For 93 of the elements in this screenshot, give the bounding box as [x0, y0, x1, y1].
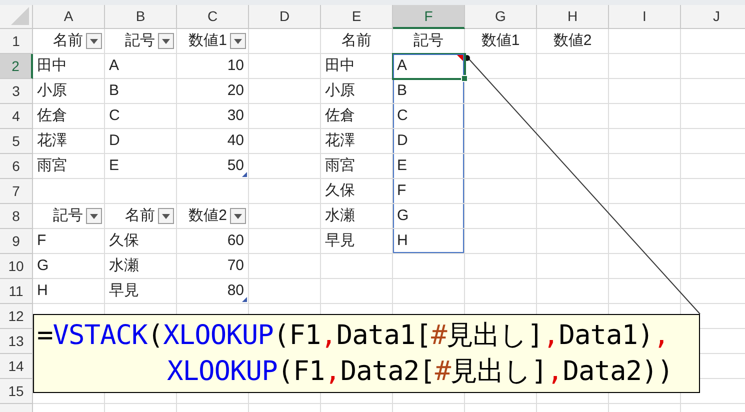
row-header[interactable]: 2	[0, 54, 33, 79]
column-header[interactable]: G	[465, 5, 537, 29]
table-cell: 田中	[321, 54, 393, 79]
caret-icon	[234, 38, 242, 44]
column-header[interactable]: F	[393, 5, 465, 29]
table-cell: 田中	[33, 54, 105, 79]
column-header[interactable]: A	[33, 5, 105, 29]
column-header[interactable]: B	[105, 5, 177, 29]
row-header[interactable]: 8	[0, 204, 33, 229]
table-cell: 早見	[105, 279, 177, 304]
row-header[interactable]: 4	[0, 104, 33, 129]
table-cell: 名前	[321, 29, 393, 54]
column-header[interactable]: I	[609, 5, 681, 29]
table-cell: 小原	[321, 79, 393, 104]
column-header[interactable]: D	[249, 5, 321, 29]
table-cell: 数値1	[465, 29, 537, 54]
filter-button[interactable]	[158, 33, 174, 49]
column-header[interactable]: H	[537, 5, 609, 29]
table-cell: H	[33, 279, 105, 304]
formula-line: =VSTACK(XLOOKUP(F1,Data1[#見出し],Data1),	[37, 318, 670, 352]
table-cell: A	[105, 54, 177, 79]
table-resize-handle[interactable]	[242, 297, 247, 302]
table-cell: A	[393, 54, 465, 79]
caret-icon	[162, 38, 170, 44]
caret-icon	[234, 214, 242, 218]
caret-icon	[90, 214, 98, 218]
table-cell: 早見	[321, 229, 393, 254]
table-cell: E	[105, 154, 177, 179]
table-cell: 水瀬	[321, 204, 393, 229]
table-cell: C	[105, 104, 177, 129]
row-header[interactable]: 15	[0, 379, 33, 404]
table-cell: 雨宮	[321, 154, 393, 179]
row-header[interactable]: 1	[0, 29, 33, 54]
formula-line: XLOOKUP(F1,Data2[#見出し],Data2))	[167, 354, 674, 388]
table-cell: B	[105, 79, 177, 104]
table-cell: 小原	[33, 79, 105, 104]
table-cell: 70	[177, 254, 249, 279]
table-cell: 10	[177, 54, 249, 79]
table-cell: B	[393, 79, 465, 104]
table-cell: 佐倉	[321, 104, 393, 129]
table-resize-handle[interactable]	[242, 172, 247, 177]
column-header[interactable]: E	[321, 5, 393, 29]
table-cell: D	[105, 129, 177, 154]
table-cell: 数値2	[537, 29, 609, 54]
table-cell: 20	[177, 79, 249, 104]
column-header[interactable]: J	[681, 5, 745, 29]
table-cell: 50	[177, 154, 249, 179]
caret-icon	[162, 214, 170, 218]
table-cell: F	[33, 229, 105, 254]
table-cell: G	[393, 204, 465, 229]
table-cell: E	[393, 154, 465, 179]
column-title: 数値1	[188, 30, 227, 51]
table-cell: H	[393, 229, 465, 254]
filter-button[interactable]	[230, 33, 246, 49]
table-cell: 花澤	[321, 129, 393, 154]
row-header[interactable]: 10	[0, 254, 33, 279]
row-header[interactable]: 13	[0, 329, 33, 354]
column-title: 記号	[53, 206, 83, 226]
row-header[interactable]: 3	[0, 79, 33, 104]
table-cell: 40	[177, 129, 249, 154]
fill-handle[interactable]	[461, 75, 468, 82]
table-cell: 水瀬	[105, 254, 177, 279]
column-title: 数値2	[188, 206, 227, 226]
table-cell: 久保	[105, 229, 177, 254]
row-header[interactable]: 11	[0, 279, 33, 304]
filter-button[interactable]	[86, 208, 102, 224]
table-cell: 雨宮	[33, 154, 105, 179]
column-title: 記号	[125, 30, 155, 51]
row-header[interactable]: 5	[0, 129, 33, 154]
table-cell: C	[393, 104, 465, 129]
row-header[interactable]: 7	[0, 179, 33, 204]
filter-button[interactable]	[86, 33, 102, 49]
note-indicator-icon	[457, 55, 463, 61]
row-header[interactable]: 12	[0, 304, 33, 329]
table-cell: D	[393, 129, 465, 154]
column-title: 名前	[125, 206, 155, 226]
table-cell: 佐倉	[33, 104, 105, 129]
table-cell: 80	[177, 279, 249, 304]
row-header[interactable]: 6	[0, 154, 33, 179]
column-header[interactable]: C	[177, 5, 249, 29]
table-cell: 花澤	[33, 129, 105, 154]
filter-button[interactable]	[158, 208, 174, 224]
table-cell: G	[33, 254, 105, 279]
table-cell: 30	[177, 104, 249, 129]
column-title: 名前	[53, 30, 83, 51]
table-cell: 久保	[321, 179, 393, 204]
table-cell: 60	[177, 229, 249, 254]
row-header[interactable]: 9	[0, 229, 33, 254]
filter-button[interactable]	[230, 208, 246, 224]
table-cell: 記号	[393, 29, 465, 54]
caret-icon	[90, 38, 98, 44]
row-header[interactable]: 14	[0, 354, 33, 379]
table-cell: F	[393, 179, 465, 204]
